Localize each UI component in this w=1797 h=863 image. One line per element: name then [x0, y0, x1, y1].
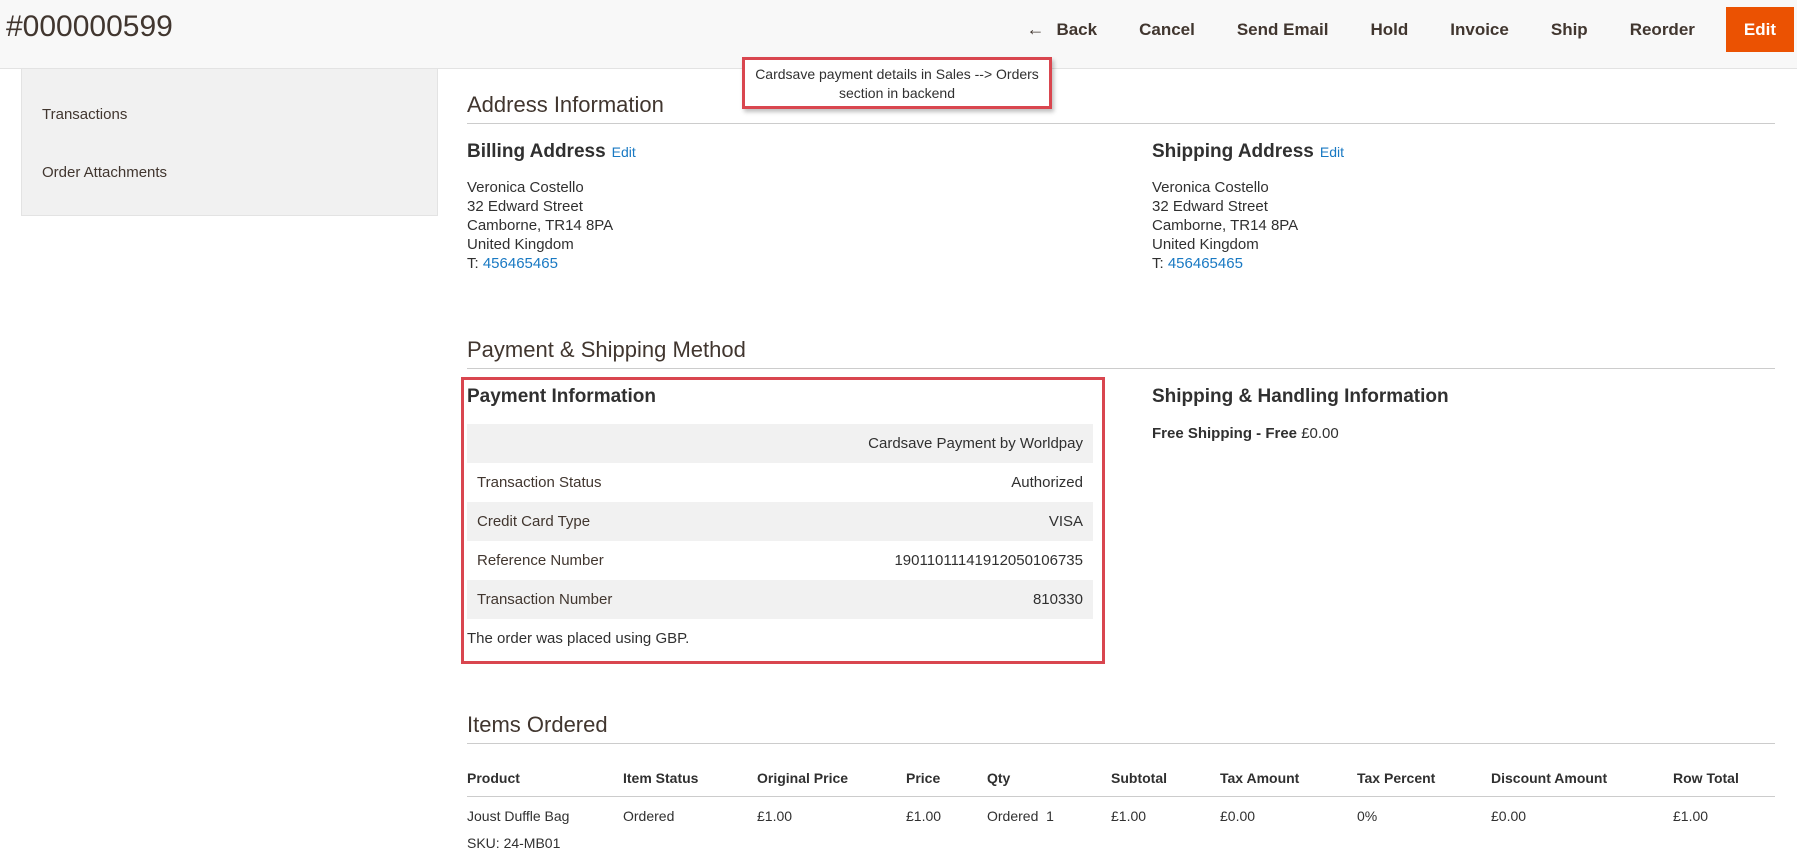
billing-phone-line: T: 456465465: [467, 254, 613, 273]
shipping-handling-info: Free Shipping - Free £0.00: [1152, 425, 1339, 442]
column-header-price: Price: [906, 770, 941, 786]
billing-address-heading: Billing Address: [467, 141, 606, 162]
billing-phone-link[interactable]: 456465465: [483, 255, 558, 272]
column-header-discount-amount: Discount Amount: [1491, 770, 1608, 786]
item-discount-amount: £0.00: [1491, 808, 1527, 824]
items-table-header: Product Item Status Original Price Price…: [467, 767, 1775, 797]
shipping-address-heading: Shipping Address: [1152, 141, 1314, 162]
shipping-address-block: Veronica Costello 32 Edward Street Cambo…: [1152, 178, 1298, 273]
items-section-title: Items Ordered: [467, 712, 1775, 744]
item-status: Ordered: [623, 808, 675, 824]
sidebar-item-order-attachments[interactable]: Order Attachments: [42, 164, 167, 181]
payment-row-value: VISA: [1048, 513, 1083, 530]
payment-row-value: Authorized: [1011, 474, 1083, 491]
back-button-label: Back: [1056, 19, 1098, 39]
cancel-button[interactable]: Cancel: [1118, 7, 1216, 52]
column-header-subtotal: Subtotal: [1111, 770, 1167, 786]
hold-button[interactable]: Hold: [1349, 7, 1429, 52]
payment-row-label: Reference Number: [477, 552, 604, 569]
payment-row-transaction-status: Transaction Status Authorized: [467, 463, 1093, 502]
item-original-price: £1.00: [757, 808, 793, 824]
billing-address-block: Veronica Costello 32 Edward Street Cambo…: [467, 178, 613, 273]
table-row: Joust Duffle Bag Ordered £1.00 £1.00 Ord…: [467, 806, 1775, 836]
billing-street: 32 Edward Street: [467, 198, 583, 215]
shipping-country: United Kingdom: [1152, 236, 1259, 253]
column-header-row-total: Row Total: [1673, 770, 1739, 786]
payment-method: Cardsave Payment by Worldpay: [868, 435, 1083, 452]
edit-button[interactable]: Edit: [1725, 7, 1794, 52]
shipping-phone-prefix: T:: [1152, 255, 1168, 272]
billing-city: Camborne, TR14 8PA: [467, 217, 614, 234]
billing-address-title: Billing Address Edit: [467, 141, 636, 163]
payment-row-transaction-number: Transaction Number 810330: [467, 580, 1093, 619]
address-section-title: Address Information: [467, 92, 1775, 124]
shipping-address-title: Shipping Address Edit: [1152, 141, 1344, 163]
payment-row-credit-card-type: Credit Card Type VISA: [467, 502, 1093, 541]
shipping-price: £0.00: [1297, 425, 1339, 442]
payment-row-label: Transaction Number: [477, 591, 613, 608]
arrow-left-icon: ←: [1026, 19, 1045, 39]
payment-section-title: Payment & Shipping Method: [467, 337, 1775, 369]
payment-row-value: 19011011141912050106735: [894, 552, 1083, 569]
item-tax-amount: £0.00: [1220, 808, 1256, 824]
annotation-line-1: Cardsave payment details in Sales --> Or…: [755, 66, 1039, 82]
item-product-name: Joust Duffle Bag: [467, 808, 570, 824]
shipping-phone-link[interactable]: 456465465: [1168, 255, 1243, 272]
sidebar-item-transactions[interactable]: Transactions: [42, 106, 127, 123]
payment-row-label: Transaction Status: [477, 474, 602, 491]
item-qty: Ordered 1: [987, 808, 1054, 824]
payment-row-reference-number: Reference Number 19011011141912050106735: [467, 541, 1093, 580]
item-price: £1.00: [906, 808, 942, 824]
shipping-street: 32 Edward Street: [1152, 198, 1268, 215]
billing-phone-prefix: T:: [467, 255, 483, 272]
column-header-product: Product: [467, 770, 520, 786]
send-email-button[interactable]: Send Email: [1216, 7, 1350, 52]
shipping-city: Camborne, TR14 8PA: [1152, 217, 1299, 234]
column-header-tax-percent: Tax Percent: [1357, 770, 1436, 786]
shipping-name: Veronica Costello: [1152, 179, 1269, 196]
invoice-button[interactable]: Invoice: [1429, 7, 1530, 52]
page-actions: ← Back Cancel Send Email Hold Invoice Sh…: [1005, 7, 1794, 52]
column-header-item-status: Item Status: [623, 770, 699, 786]
ship-button[interactable]: Ship: [1530, 7, 1609, 52]
shipping-address-edit-link[interactable]: Edit: [1320, 144, 1344, 160]
item-subtotal: £1.00: [1111, 808, 1147, 824]
billing-address-edit-link[interactable]: Edit: [612, 144, 636, 160]
column-header-qty: Qty: [987, 770, 1011, 786]
payment-info-table: Cardsave Payment by Worldpay Transaction…: [467, 424, 1093, 619]
column-header-tax-amount: Tax Amount: [1220, 770, 1300, 786]
payment-currency-note: The order was placed using GBP.: [467, 630, 690, 647]
payment-method-row: Cardsave Payment by Worldpay: [467, 424, 1093, 463]
page-title: #000000599: [6, 10, 173, 43]
payment-info-title: Payment Information: [467, 386, 656, 407]
shipping-handling-title: Shipping & Handling Information: [1152, 386, 1449, 407]
order-view-sidebar: Transactions Order Attachments: [21, 69, 438, 216]
shipping-method: Free Shipping - Free: [1152, 425, 1298, 442]
shipping-phone-line: T: 456465465: [1152, 254, 1298, 273]
item-row-total: £1.00: [1673, 808, 1709, 824]
billing-country: United Kingdom: [467, 236, 574, 253]
reorder-button[interactable]: Reorder: [1609, 7, 1716, 52]
item-tax-percent: 0%: [1357, 808, 1378, 824]
payment-row-label: Credit Card Type: [477, 513, 591, 530]
column-header-original-price: Original Price: [757, 770, 849, 786]
back-button[interactable]: ← Back: [1005, 7, 1118, 52]
item-sku: SKU: 24-MB01: [467, 835, 561, 851]
payment-row-value: 810330: [1032, 591, 1083, 608]
billing-name: Veronica Costello: [467, 179, 584, 196]
